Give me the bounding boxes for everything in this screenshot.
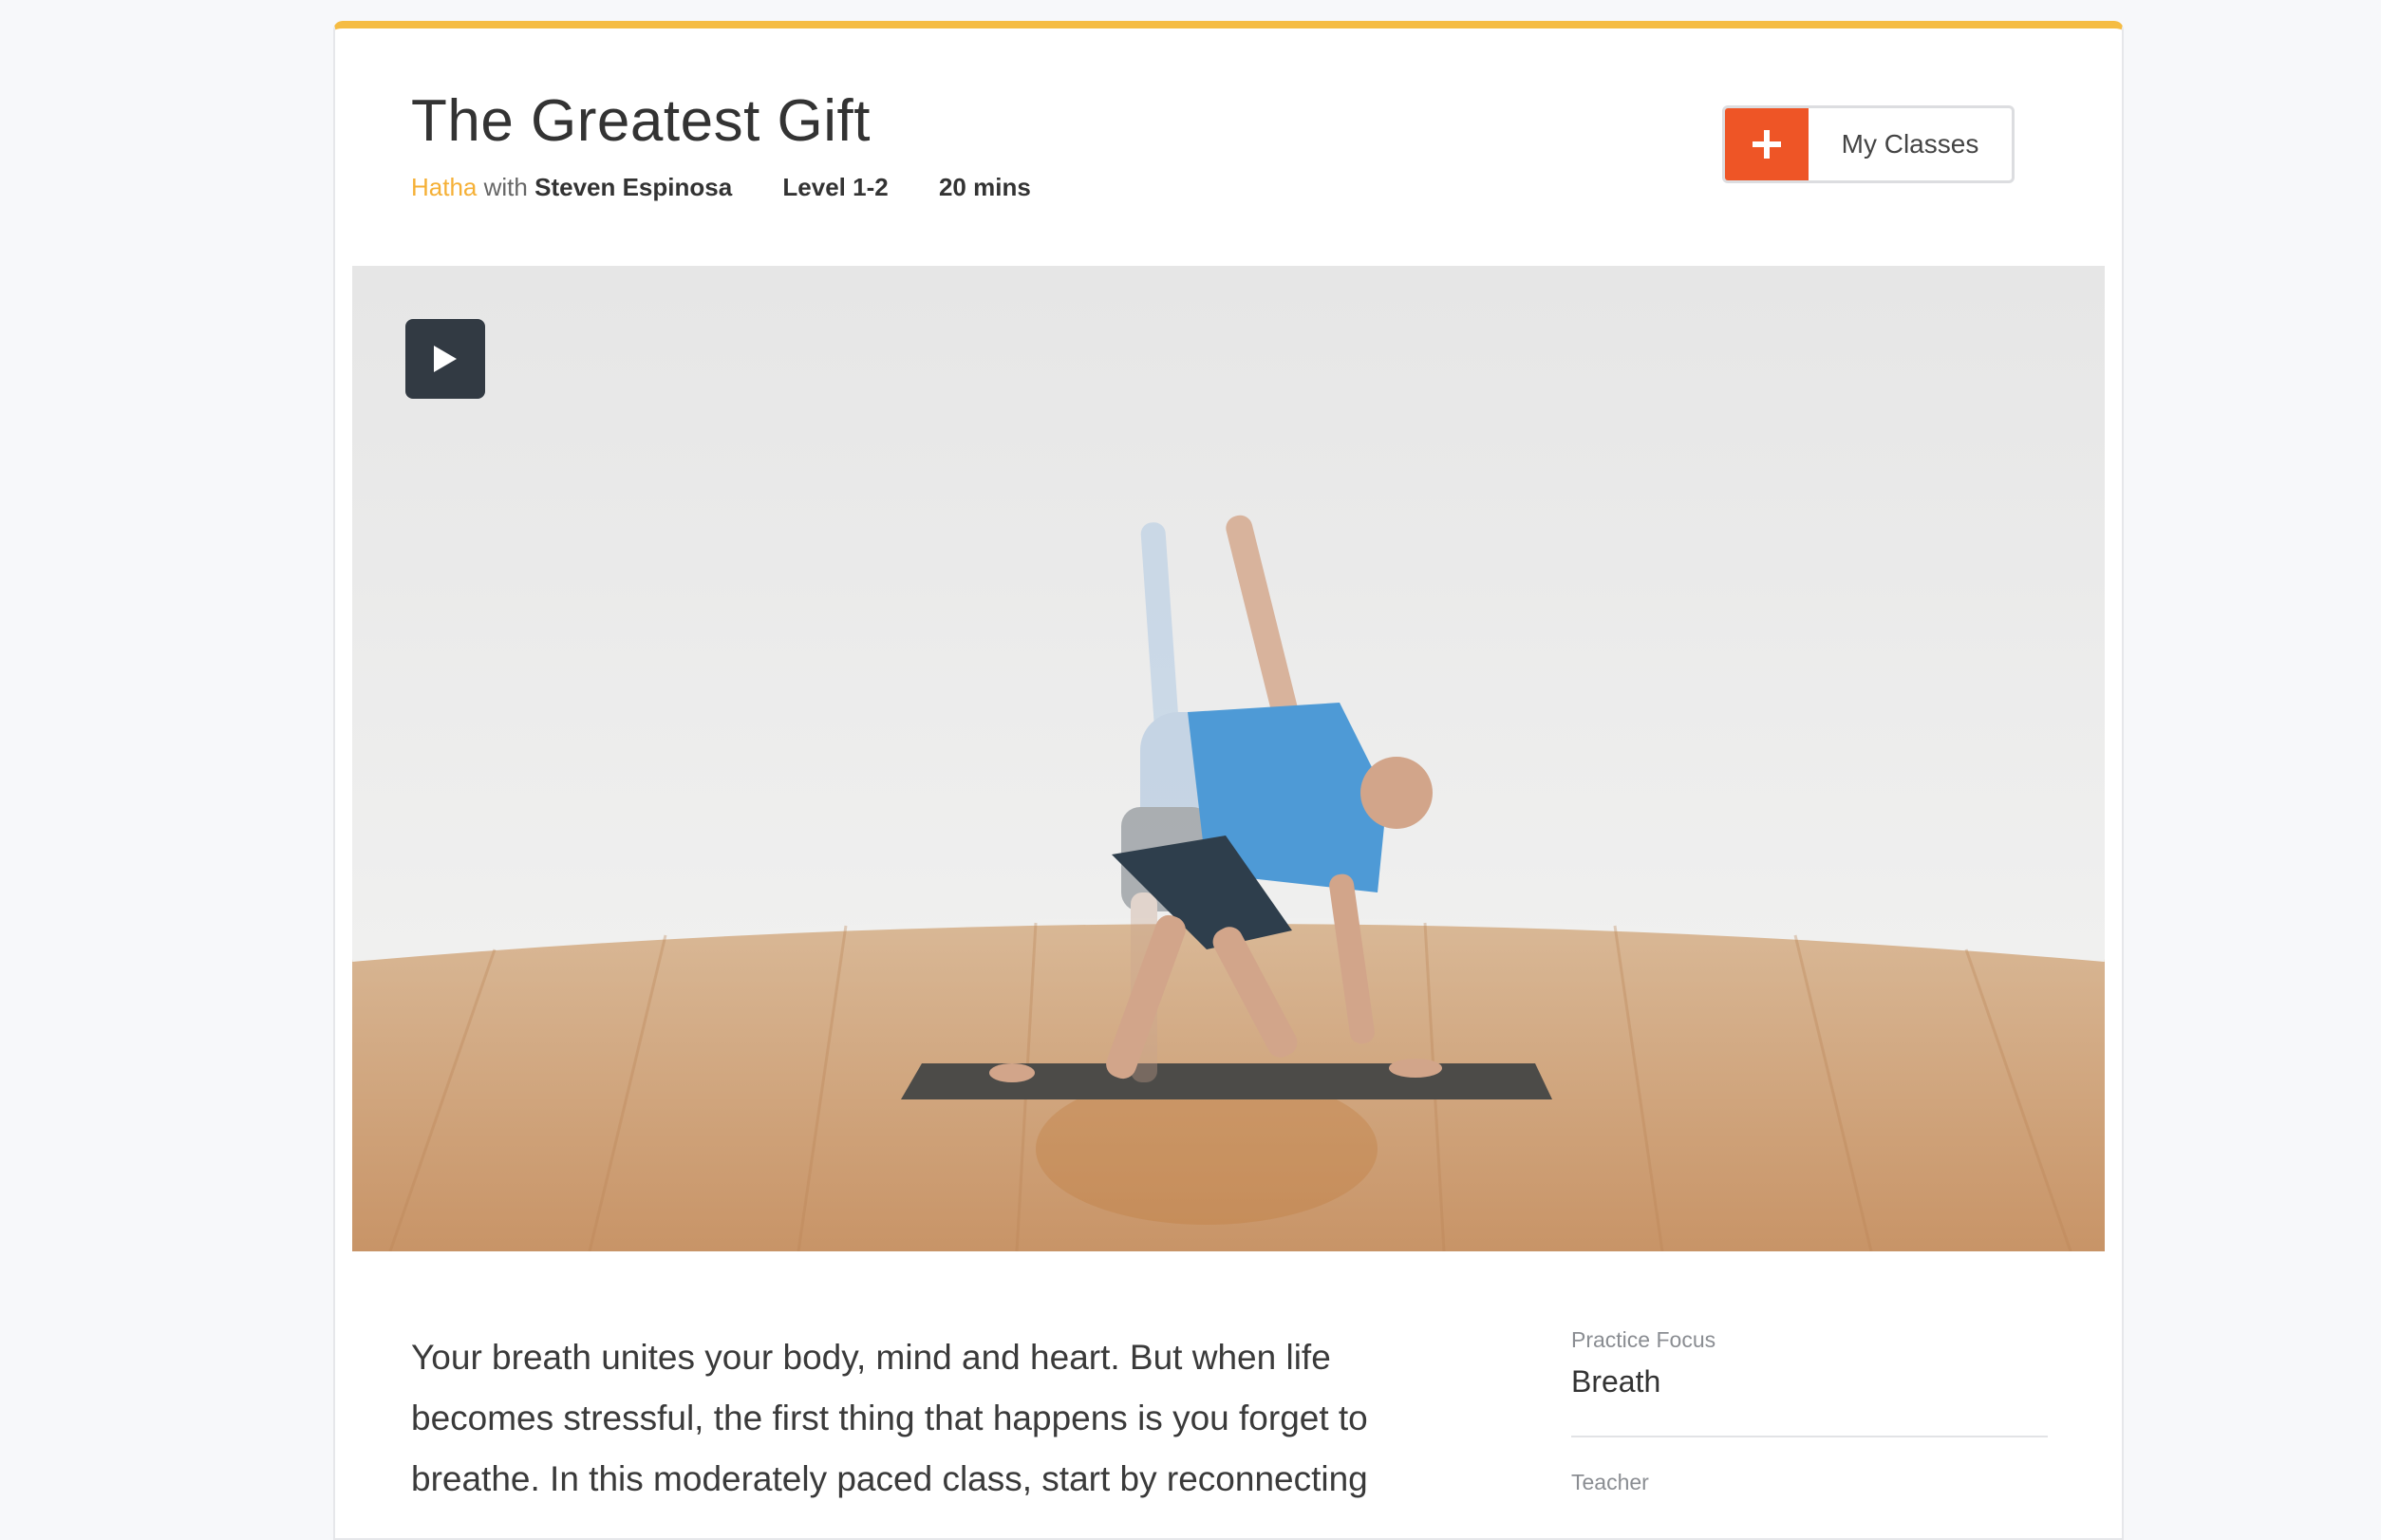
- add-to-my-classes-button[interactable]: My Classes: [1722, 105, 2015, 183]
- class-style[interactable]: Hatha: [411, 173, 477, 201]
- teacher-name[interactable]: Steven Espinosa: [534, 173, 732, 201]
- class-description: Your breath unites your body, mind and h…: [411, 1338, 1368, 1498]
- class-details: Practice Focus Breath Teacher: [1571, 1327, 2048, 1495]
- my-classes-label: My Classes: [1841, 129, 1979, 159]
- class-meta: Hatha with Steven Espinosa Level 1-2 20 …: [411, 173, 1031, 202]
- teacher-label: Teacher: [1571, 1470, 1649, 1494]
- with-text: with: [483, 173, 528, 201]
- video-frame: [352, 266, 2105, 1251]
- play-button[interactable]: [405, 319, 485, 399]
- play-icon: [434, 346, 457, 372]
- class-duration: 20 mins: [938, 173, 1031, 201]
- class-title: The Greatest Gift: [411, 88, 872, 154]
- practice-focus-value[interactable]: Breath: [1571, 1364, 2048, 1399]
- video-player[interactable]: [352, 266, 2105, 1251]
- practice-focus-label: Practice Focus: [1571, 1327, 1716, 1352]
- plus-icon: [1725, 108, 1809, 180]
- class-level: Level 1-2: [782, 173, 889, 201]
- class-card: The Greatest Gift Hatha with Steven Espi…: [333, 21, 2124, 1540]
- details-divider: [1571, 1436, 2048, 1437]
